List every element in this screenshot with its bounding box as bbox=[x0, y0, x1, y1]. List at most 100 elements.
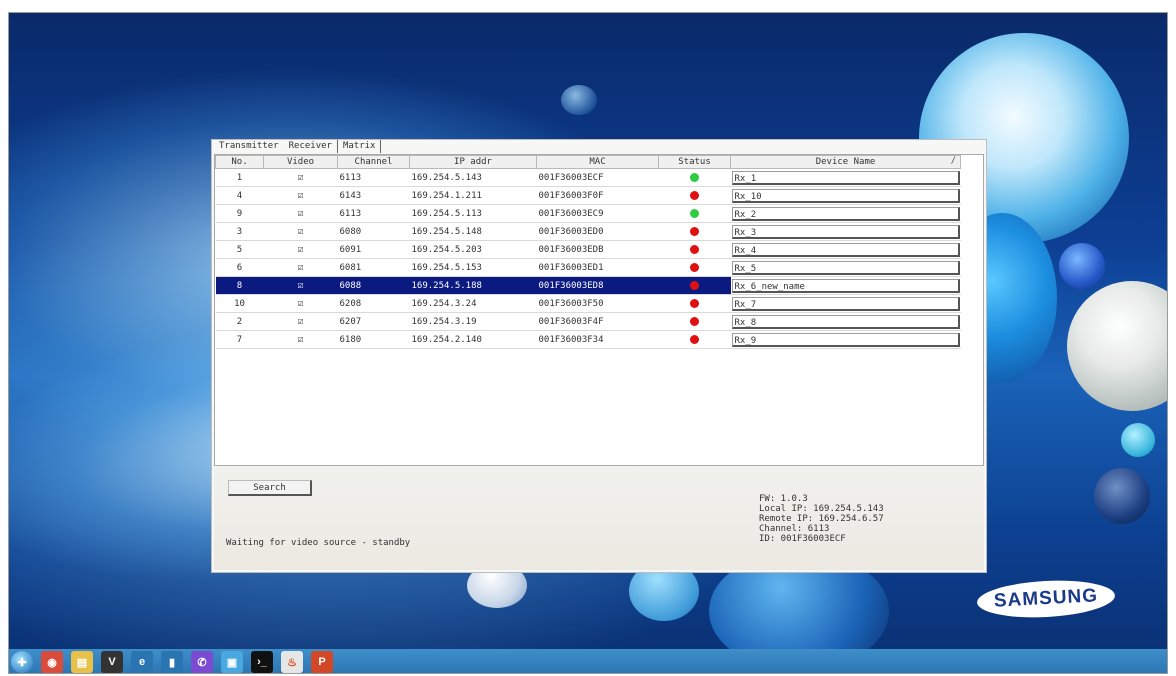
device-name-input[interactable]: Rx_1 bbox=[731, 170, 960, 185]
cell-status bbox=[658, 204, 731, 223]
video-checkbox[interactable]: ☑ bbox=[297, 262, 303, 273]
device-name-input[interactable]: Rx_9 bbox=[731, 332, 960, 347]
video-checkbox[interactable]: ☑ bbox=[297, 244, 303, 255]
device-name-input[interactable]: Rx_7 bbox=[731, 296, 960, 311]
video-checkbox[interactable]: ☑ bbox=[297, 280, 303, 291]
tab-transmitter[interactable]: Transmitter bbox=[214, 140, 284, 153]
video-checkbox[interactable]: ☑ bbox=[297, 316, 303, 327]
video-checkbox[interactable]: ☑ bbox=[297, 334, 303, 345]
cell-channel: 6180 bbox=[337, 330, 410, 349]
column-header-no[interactable]: No. bbox=[215, 155, 264, 169]
firmware-version: FW: 1.0.3 bbox=[759, 494, 808, 504]
tab-receiver[interactable]: Receiver bbox=[284, 140, 337, 153]
cell-no: 10 bbox=[215, 294, 264, 313]
cell-mac: 001F36003F4F bbox=[536, 312, 659, 331]
device-name-input[interactable]: Rx_10 bbox=[731, 188, 960, 203]
device-name-input[interactable]: Rx_5 bbox=[731, 260, 960, 275]
document-icon[interactable]: ▮ bbox=[161, 651, 183, 673]
viber-icon[interactable]: ✆ bbox=[191, 651, 213, 673]
cell-no: 9 bbox=[215, 204, 264, 223]
column-header-mac[interactable]: MAC bbox=[536, 155, 659, 169]
device-name-input[interactable]: Rx_4 bbox=[731, 242, 960, 257]
cell-status bbox=[658, 276, 731, 295]
start-button-icon[interactable]: ✚ bbox=[11, 651, 33, 673]
table-row[interactable]: 4 ☑ 6143 169.254.1.211 001F36003F0F Rx_10 bbox=[215, 186, 961, 205]
cell-mac: 001F36003EC9 bbox=[536, 204, 659, 223]
cell-status bbox=[658, 186, 731, 205]
cell-device-name: Rx_7 bbox=[730, 294, 961, 313]
cell-channel: 6080 bbox=[337, 222, 410, 241]
cell-no: 7 bbox=[215, 330, 264, 349]
table-row[interactable]: 7 ☑ 6180 169.254.2.140 001F36003F34 Rx_9 bbox=[215, 330, 961, 349]
search-button[interactable]: Search bbox=[228, 480, 312, 496]
table-row[interactable]: 8 ☑ 6088 169.254.5.188 001F36003ED8 Rx_6_new_… bbox=[215, 276, 961, 295]
remote-desktop-icon[interactable]: ▣ bbox=[221, 651, 243, 673]
status-panel: Search Waiting for video source - standb… bbox=[214, 466, 984, 570]
cell-no: 2 bbox=[215, 312, 264, 331]
cell-mac: 001F36003F50 bbox=[536, 294, 659, 313]
cell-no: 4 bbox=[215, 186, 264, 205]
column-header-ip[interactable]: IP addr bbox=[409, 155, 537, 169]
internet-explorer-icon[interactable]: e bbox=[131, 651, 153, 673]
java-icon[interactable]: ♨ bbox=[281, 651, 303, 673]
cell-status bbox=[658, 312, 731, 331]
video-checkbox[interactable]: ☑ bbox=[297, 298, 303, 309]
wallpaper-orb bbox=[1067, 281, 1167, 411]
taskbar: ✚ ◉ ▤ Ve ▮ ✆ ▣ ›_ ♨ P bbox=[9, 649, 1167, 673]
table-row[interactable]: 6 ☑ 6081 169.254.5.153 001F36003ED1 Rx_5 bbox=[215, 258, 961, 277]
table-row[interactable]: 1 ☑ 6113 169.254.5.143 001F36003ECF Rx_1 bbox=[215, 168, 961, 187]
powerpoint-icon[interactable]: P bbox=[311, 651, 333, 673]
column-header-channel[interactable]: Channel bbox=[337, 155, 410, 169]
column-header-device-name[interactable]: Device Name / bbox=[730, 155, 961, 169]
cell-no: 8 bbox=[215, 276, 264, 295]
column-header-device-name-label: Device Name bbox=[815, 157, 876, 167]
cell-video: ☑ bbox=[263, 294, 338, 313]
cell-ip: 169.254.5.188 bbox=[409, 276, 537, 295]
table-body: 1 ☑ 6113 169.254.5.143 001F36003ECF Rx_1 4 ☑ 614… bbox=[215, 168, 961, 349]
column-header-video[interactable]: Video bbox=[263, 155, 338, 169]
cell-mac: 001F36003EDB bbox=[536, 240, 659, 259]
video-checkbox[interactable]: ☑ bbox=[297, 172, 303, 183]
column-header-status[interactable]: Status bbox=[658, 155, 731, 169]
tab-bar: Transmitter Receiver Matrix bbox=[214, 140, 382, 153]
video-checkbox[interactable]: ☑ bbox=[297, 190, 303, 201]
cell-ip: 169.254.3.19 bbox=[409, 312, 537, 331]
cell-channel: 6113 bbox=[337, 168, 410, 187]
chrome-icon[interactable]: ◉ bbox=[41, 651, 63, 673]
cell-video: ☑ bbox=[263, 312, 338, 331]
cell-device-name: Rx_1 bbox=[730, 168, 961, 187]
cell-no: 5 bbox=[215, 240, 264, 259]
cell-device-name: Rx_4 bbox=[730, 240, 961, 259]
video-checkbox[interactable]: ☑ bbox=[297, 208, 303, 219]
cell-video: ☑ bbox=[263, 330, 338, 349]
table-header-row: No. Video Channel IP addr MAC Status Dev… bbox=[215, 155, 961, 169]
status-message: Waiting for video source - standby bbox=[226, 538, 411, 548]
table-row[interactable]: 2 ☑ 6207 169.254.3.19 001F36003F4F Rx_8 bbox=[215, 312, 961, 331]
vnc-icon[interactable]: V bbox=[101, 651, 123, 673]
cell-video: ☑ bbox=[263, 204, 338, 223]
device-name-input[interactable]: Rx_8 bbox=[731, 314, 960, 329]
table-row[interactable]: 3 ☑ 6080 169.254.5.148 001F36003ED0 Rx_3 bbox=[215, 222, 961, 241]
cell-mac: 001F36003ECF bbox=[536, 168, 659, 187]
device-name-input[interactable]: Rx_3 bbox=[731, 224, 960, 239]
device-name-input[interactable]: Rx_2 bbox=[731, 206, 960, 221]
cell-status bbox=[658, 222, 731, 241]
cell-status bbox=[658, 330, 731, 349]
table-row[interactable]: 5 ☑ 6091 169.254.5.203 001F36003EDB Rx_4 bbox=[215, 240, 961, 259]
cell-device-name: Rx_5 bbox=[730, 258, 961, 277]
cell-video: ☑ bbox=[263, 240, 338, 259]
device-name-input[interactable]: Rx_6_new_name bbox=[731, 278, 960, 293]
table-row[interactable]: 10 ☑ 6208 169.254.3.24 001F36003F50 Rx_7 bbox=[215, 294, 961, 313]
cell-video: ☑ bbox=[263, 222, 338, 241]
cell-video: ☑ bbox=[263, 168, 338, 187]
video-checkbox[interactable]: ☑ bbox=[297, 226, 303, 237]
tab-matrix[interactable]: Matrix bbox=[338, 140, 381, 153]
cell-ip: 169.254.5.148 bbox=[409, 222, 537, 241]
cell-channel: 6091 bbox=[337, 240, 410, 259]
receiver-table-container[interactable]: No. Video Channel IP addr MAC Status Dev… bbox=[214, 154, 984, 466]
table-row[interactable]: 9 ☑ 6113 169.254.5.113 001F36003EC9 Rx_2 bbox=[215, 204, 961, 223]
command-prompt-icon[interactable]: ›_ bbox=[251, 651, 273, 673]
local-ip: Local IP: 169.254.5.143 bbox=[759, 504, 884, 514]
cell-channel: 6143 bbox=[337, 186, 410, 205]
file-explorer-icon[interactable]: ▤ bbox=[71, 651, 93, 673]
